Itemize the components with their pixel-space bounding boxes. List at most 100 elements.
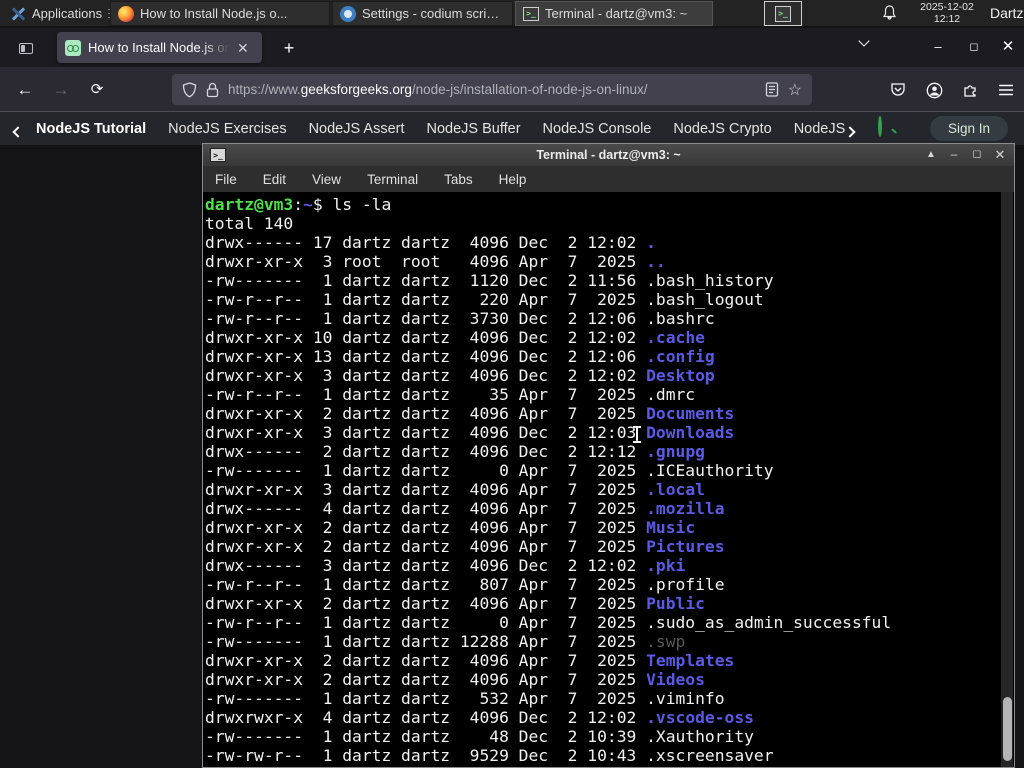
terminal-line: total 140 xyxy=(205,214,294,233)
terminal-shade-button[interactable]: ▲ xyxy=(920,144,942,166)
terminal-line: -rw-r--r-- 1 dartz dartz 3730 Dec 2 12:0… xyxy=(205,309,715,328)
back-button[interactable]: ← xyxy=(12,77,38,103)
terminal-line: -rw------- 1 dartz dartz 532 Apr 7 2025 … xyxy=(205,689,725,708)
ibeam-mouse-cursor xyxy=(632,426,642,443)
terminal-line: drwxr-xr-x 13 dartz dartz 4096 Dec 2 12:… xyxy=(205,347,715,366)
nav-scroll-right-button[interactable] xyxy=(844,123,856,141)
chevron-right-icon xyxy=(844,126,856,138)
menu-view[interactable]: View xyxy=(312,172,341,187)
pocket-save-icon[interactable] xyxy=(884,76,912,104)
forward-button[interactable]: → xyxy=(48,77,74,103)
notification-bell-icon[interactable] xyxy=(882,5,897,21)
chevron-down-icon xyxy=(858,35,870,47)
taskbar-window-terminal[interactable]: >_ Terminal - dartz@vm3: ~ xyxy=(515,1,713,26)
browser-tab-bar: How to Install Node.js on ✕ + – ◻ ✕ xyxy=(0,28,1024,67)
terminal-titlebar[interactable]: >_ Terminal - dartz@vm3: ~ ▲ – ◻ ✕ xyxy=(203,144,1014,166)
firefox-icon xyxy=(118,5,134,22)
search-button[interactable] xyxy=(878,116,900,140)
terminal-scrollbar[interactable] xyxy=(1001,192,1013,767)
taskbar-window-title: Terminal - dartz@vm3: ~ xyxy=(545,6,688,21)
nav-item-console[interactable]: NodeJS Console xyxy=(543,121,652,137)
menu-help[interactable]: Help xyxy=(499,172,527,187)
extensions-icon[interactable] xyxy=(956,76,984,104)
bookmark-star-icon[interactable]: ☆ xyxy=(788,80,802,100)
nav-items: NodeJS Tutorial NodeJS Exercises NodeJS … xyxy=(36,112,848,145)
terminal-close-button[interactable]: ✕ xyxy=(989,144,1011,166)
taskbar-window-title: Settings - codium script... xyxy=(362,6,505,21)
url-bar[interactable]: https://www.geeksforgeeks.org/node-js/in… xyxy=(172,74,812,105)
terminal-line: drwxr-xr-x 2 dartz dartz 4096 Apr 7 2025… xyxy=(205,518,696,537)
terminal-line: dartz@vm3:~$ ls -la xyxy=(205,195,392,214)
clock-date: 2025-12-02 xyxy=(920,1,974,13)
lock-icon[interactable] xyxy=(206,82,219,98)
nav-item-tutorial[interactable]: NodeJS Tutorial xyxy=(36,121,146,137)
account-icon[interactable] xyxy=(920,76,948,104)
geeksforgeeks-favicon xyxy=(65,39,81,56)
reload-button[interactable]: ⟳ xyxy=(84,77,110,103)
site-navigation-bar: NodeJS Tutorial NodeJS Exercises NodeJS … xyxy=(0,112,1024,145)
terminal-menubar: File Edit View Terminal Tabs Help xyxy=(203,166,1014,192)
distro-logo-icon xyxy=(10,6,26,22)
sign-in-button[interactable]: Sign In xyxy=(930,116,1008,141)
terminal-output[interactable]: dartz@vm3:~$ ls -la total 140 drwx------ 1… xyxy=(203,192,1014,767)
tab-title: How to Install Node.js on xyxy=(88,40,230,55)
terminal-line: drwxr-xr-x 10 dartz dartz 4096 Dec 2 12:… xyxy=(205,328,705,347)
url-text: https://www.geeksforgeeks.org/node-js/in… xyxy=(228,82,648,97)
terminal-line: -rw-r--r-- 1 dartz dartz 220 Apr 7 2025 … xyxy=(205,290,764,309)
chevron-left-icon xyxy=(12,126,24,138)
tracking-shield-icon[interactable] xyxy=(182,81,197,98)
vscodium-icon xyxy=(340,5,356,22)
taskbar: Applications How to Install Node.js o...… xyxy=(0,0,1024,27)
nav-scroll-left-button[interactable] xyxy=(12,123,24,141)
browser-close-button[interactable]: ✕ xyxy=(995,34,1021,60)
nav-item-exercises[interactable]: NodeJS Exercises xyxy=(168,121,286,137)
terminal-line: drwxr-xr-x 2 dartz dartz 4096 Apr 7 2025… xyxy=(205,537,725,556)
terminal-minimize-button[interactable]: – xyxy=(943,144,965,166)
browser-toolbar: ← → ⟳ https://www.geeksforgeeks.org/node… xyxy=(0,67,1024,112)
terminal-line: -rw------- 1 dartz dartz 48 Dec 2 10:39 … xyxy=(205,727,754,746)
taskbar-window-firefox[interactable]: How to Install Node.js o... xyxy=(110,1,330,26)
nav-item-crypto[interactable]: NodeJS Crypto xyxy=(673,121,771,137)
terminal-line: -rw------- 1 dartz dartz 12288 Apr 7 202… xyxy=(205,632,686,651)
taskbar-window-vscodium[interactable]: Settings - codium script... xyxy=(332,1,513,26)
taskbar-window-title: How to Install Node.js o... xyxy=(140,6,288,21)
terminal-line: drwx------ 17 dartz dartz 4096 Dec 2 12:… xyxy=(205,233,656,252)
browser-tab-active[interactable]: How to Install Node.js on ✕ xyxy=(57,32,262,63)
terminal-line: -rw------- 1 dartz dartz 1120 Dec 2 11:5… xyxy=(205,271,774,290)
browser-maximize-button[interactable]: ◻ xyxy=(961,34,987,60)
tray-terminal-launcher[interactable]: >_ xyxy=(764,1,802,26)
firefox-view-icon xyxy=(19,42,33,54)
user-label[interactable]: Dartz xyxy=(990,5,1023,21)
terminal-icon: >_ xyxy=(775,5,791,22)
new-tab-button[interactable]: + xyxy=(276,36,302,62)
tab-close-icon[interactable]: ✕ xyxy=(237,41,249,55)
terminal-line: drwxr-xr-x 2 dartz dartz 4096 Apr 7 2025… xyxy=(205,594,705,613)
menu-hamburger-icon[interactable] xyxy=(992,76,1020,104)
nav-item-assert[interactable]: NodeJS Assert xyxy=(309,121,405,137)
terminal-line: drwx------ 4 dartz dartz 4096 Apr 7 2025… xyxy=(205,499,725,518)
terminal-line: drwxrwxr-x 4 dartz dartz 4096 Dec 2 12:0… xyxy=(205,708,754,727)
terminal-maximize-button[interactable]: ◻ xyxy=(966,144,988,166)
menu-terminal[interactable]: Terminal xyxy=(367,172,418,187)
search-icon xyxy=(878,116,882,137)
taskbar-clock[interactable]: 2025-12-02 12:12 xyxy=(908,1,986,25)
terminal-line: drwxr-xr-x 3 dartz dartz 4096 Apr 7 2025… xyxy=(205,480,705,499)
nav-item-dns[interactable]: NodeJS DNS xyxy=(794,121,848,137)
menu-edit[interactable]: Edit xyxy=(263,172,286,187)
terminal-line: -rw------- 1 dartz dartz 0 Apr 7 2025 .I… xyxy=(205,461,774,480)
terminal-line: -rw-r--r-- 1 dartz dartz 807 Apr 7 2025 … xyxy=(205,575,725,594)
reader-mode-icon[interactable] xyxy=(765,82,779,97)
scrollbar-thumb[interactable] xyxy=(1002,697,1012,761)
menu-file[interactable]: File xyxy=(215,172,237,187)
terminal-line: drwxr-xr-x 3 root root 4096 Apr 7 2025 .… xyxy=(205,252,666,271)
menu-tabs[interactable]: Tabs xyxy=(444,172,473,187)
list-all-tabs-button[interactable] xyxy=(852,35,876,57)
terminal-line: drwxr-xr-x 3 dartz dartz 4096 Dec 2 12:0… xyxy=(205,423,735,442)
terminal-line: drwxr-xr-x 2 dartz dartz 4096 Apr 7 2025… xyxy=(205,404,735,423)
terminal-line: drwxr-xr-x 2 dartz dartz 4096 Apr 7 2025… xyxy=(205,670,705,689)
nav-item-buffer[interactable]: NodeJS Buffer xyxy=(427,121,521,137)
terminal-line: drwxr-xr-x 2 dartz dartz 4096 Apr 7 2025… xyxy=(205,651,735,670)
applications-menu-button[interactable]: Applications xyxy=(4,0,123,27)
firefox-view-button[interactable] xyxy=(12,34,40,62)
browser-minimize-button[interactable]: – xyxy=(925,34,951,60)
